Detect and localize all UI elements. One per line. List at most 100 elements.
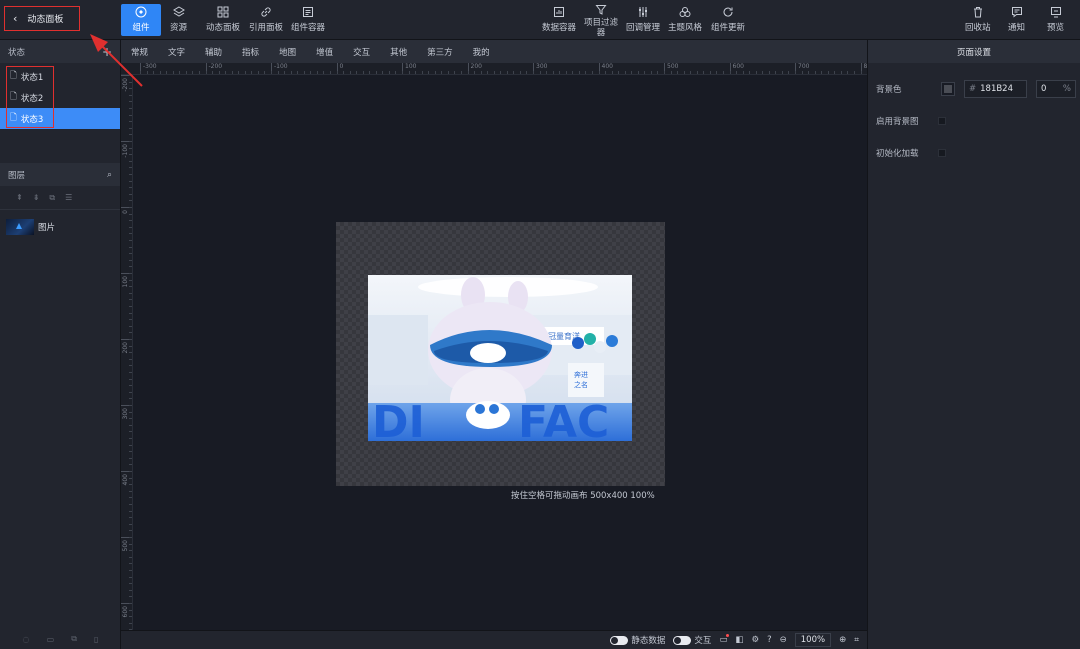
ruler-minor-tick bbox=[559, 71, 561, 74]
tab-assist[interactable]: 辅助 bbox=[195, 46, 232, 58]
ruler-minor-tick bbox=[129, 240, 132, 241]
ruler-minor-tick bbox=[768, 71, 770, 74]
ruler-minor-tick bbox=[415, 71, 417, 74]
ruler-minor-tick bbox=[129, 108, 132, 109]
zoom-out-icon[interactable]: ⊖ bbox=[780, 635, 787, 645]
state-item-2[interactable]: 🗋 状态2 bbox=[0, 87, 120, 108]
ruler-minor-tick bbox=[159, 71, 161, 74]
ruler-minor-tick bbox=[454, 71, 456, 74]
ruler-minor-tick bbox=[441, 71, 443, 74]
static-data-toggle[interactable]: 静态数据 bbox=[610, 634, 665, 646]
ruler-minor-tick bbox=[129, 497, 132, 499]
ruler-minor-tick bbox=[129, 596, 132, 598]
ruler-minor-tick bbox=[343, 71, 345, 74]
svg-text:奔进: 奔进 bbox=[574, 370, 588, 379]
ruler-minor-tick bbox=[316, 71, 318, 74]
ruler-minor-tick bbox=[218, 71, 220, 74]
opacity-input[interactable]: 0 % bbox=[1036, 80, 1076, 98]
tool-resources[interactable]: 资源 bbox=[170, 4, 187, 36]
tool-preview[interactable]: 预览 bbox=[1047, 4, 1064, 36]
tab-map[interactable]: 地图 bbox=[269, 46, 306, 58]
panel-toggle-icon[interactable]: ◧ bbox=[735, 635, 743, 645]
ruler-minor-tick bbox=[755, 71, 757, 74]
tool-component[interactable]: 组件 bbox=[121, 4, 161, 36]
ruler-minor-tick bbox=[303, 71, 305, 74]
settings-icon[interactable]: ⚙ bbox=[752, 635, 760, 645]
screen-icon[interactable]: ▭ bbox=[719, 634, 730, 645]
bg-color-swatch[interactable] bbox=[941, 82, 955, 96]
tool-data-container[interactable]: 数据容器 bbox=[542, 4, 576, 36]
tool-dynamic-panel[interactable]: 动态面板 bbox=[206, 4, 240, 36]
state-item-1[interactable]: 🗋 状态1 bbox=[0, 66, 120, 87]
right-panel: 页面设置 背景色 # 181B24 0 % 启用背景图 初始化加载 bbox=[867, 40, 1080, 649]
editor-app: ‹ 动态面板 组件 资源 动态面板 引用面板 组件容器 数据容器 项目过滤器 回… bbox=[0, 0, 1080, 649]
move-top-icon[interactable]: ⇞ bbox=[16, 193, 23, 202]
move-bottom-icon[interactable]: ⇟ bbox=[33, 193, 40, 202]
ruler-minor-tick bbox=[631, 71, 633, 74]
bg-image-checkbox[interactable] bbox=[938, 117, 946, 125]
tool-component-container[interactable]: 组件容器 bbox=[291, 4, 325, 36]
ruler-minor-tick bbox=[677, 71, 679, 74]
zoom-input[interactable]: 100% bbox=[794, 633, 832, 647]
search-icon[interactable]: ⌕ bbox=[107, 170, 112, 180]
ruler-minor-tick bbox=[749, 71, 751, 74]
ruler-minor-tick bbox=[129, 88, 132, 90]
delete-icon[interactable]: ▯ bbox=[94, 635, 98, 644]
interaction-toggle[interactable]: 交互 bbox=[673, 634, 711, 646]
duplicate-icon[interactable]: ⧉ bbox=[71, 634, 77, 644]
tool-notifications[interactable]: 通知 bbox=[1008, 4, 1025, 36]
ruler-minor-tick bbox=[129, 279, 132, 281]
ruler-left-label: 400 bbox=[122, 474, 129, 486]
ruler-minor-tick bbox=[129, 121, 132, 123]
tab-general[interactable]: 常规 bbox=[121, 46, 158, 58]
sliders-icon bbox=[637, 4, 649, 19]
tool-callback-manage[interactable]: 回调管理 bbox=[626, 4, 660, 36]
ruler-minor-tick bbox=[408, 71, 410, 74]
ruler-minor-tick bbox=[129, 253, 132, 255]
init-load-label: 初始化加载 bbox=[876, 149, 919, 159]
ruler-minor-tick bbox=[460, 71, 462, 74]
bottom-bar: 静态数据 交互 ▭ ◧ ⚙ ? ⊖ 100% ⊕ ⌗ bbox=[121, 630, 867, 649]
left-panel: 状态 + 🗋 状态1 🗋 状态2 🗋 状态3 图层 ⌕ ⇞ ⇟ ⧉ ☰ 图片 ◌… bbox=[0, 40, 121, 649]
layer-toolbar: ⇞ ⇟ ⧉ ☰ bbox=[0, 186, 120, 210]
ruler-minor-tick bbox=[129, 570, 132, 571]
tab-value-added[interactable]: 增值 bbox=[306, 46, 343, 58]
toggle-switch bbox=[610, 635, 629, 645]
tool-reference-panel[interactable]: 引用面板 bbox=[249, 4, 283, 36]
zoom-in-icon[interactable]: ⊕ bbox=[839, 635, 846, 645]
help-icon[interactable]: ? bbox=[767, 635, 772, 645]
tab-mine[interactable]: 我的 bbox=[463, 46, 500, 58]
state-item-3[interactable]: 🗋 状态3 bbox=[0, 108, 120, 129]
tool-theme-style[interactable]: 主题风格 bbox=[668, 4, 702, 36]
ruler-minor-tick bbox=[578, 71, 580, 74]
fit-screen-icon[interactable]: ⌗ bbox=[854, 635, 859, 645]
tab-indicator[interactable]: 指标 bbox=[232, 46, 269, 58]
layer-item-image[interactable]: 图片 bbox=[0, 215, 120, 239]
ruler-minor-tick bbox=[129, 444, 132, 446]
lock-icon[interactable]: ▭ bbox=[47, 635, 55, 644]
tab-third-party[interactable]: 第三方 bbox=[417, 46, 463, 58]
ruler-minor-tick bbox=[129, 226, 132, 228]
bulb-icon[interactable]: ◌ bbox=[23, 635, 30, 644]
tab-text[interactable]: 文字 bbox=[158, 46, 195, 58]
image-component[interactable]: 冠量育洋 奔进 之名 DI FAC bbox=[368, 275, 632, 441]
ruler-minor-tick bbox=[375, 71, 377, 74]
tab-interaction[interactable]: 交互 bbox=[343, 46, 380, 58]
ruler-minor-tick bbox=[129, 477, 132, 479]
ruler-minor-tick bbox=[129, 94, 132, 96]
ruler-minor-tick bbox=[244, 71, 246, 74]
ruler-minor-tick bbox=[129, 385, 132, 387]
bg-color-input[interactable]: # 181B24 bbox=[964, 80, 1027, 98]
tool-project-filter[interactable]: 项目过滤器 bbox=[582, 4, 620, 38]
init-load-checkbox[interactable] bbox=[938, 149, 946, 157]
ruler-minor-tick bbox=[185, 71, 187, 74]
tab-other[interactable]: 其他 bbox=[380, 46, 417, 58]
back-button[interactable]: ‹ 动态面板 bbox=[4, 6, 80, 31]
ruler-minor-tick bbox=[650, 71, 652, 74]
tool-component-update[interactable]: 组件更新 bbox=[711, 4, 745, 36]
add-state-button[interactable]: + bbox=[102, 45, 112, 59]
ruler-minor-tick bbox=[225, 71, 227, 74]
copy-icon[interactable]: ⧉ bbox=[49, 193, 55, 203]
list-icon[interactable]: ☰ bbox=[65, 193, 72, 202]
tool-recycle-bin[interactable]: 回收站 bbox=[965, 4, 991, 36]
